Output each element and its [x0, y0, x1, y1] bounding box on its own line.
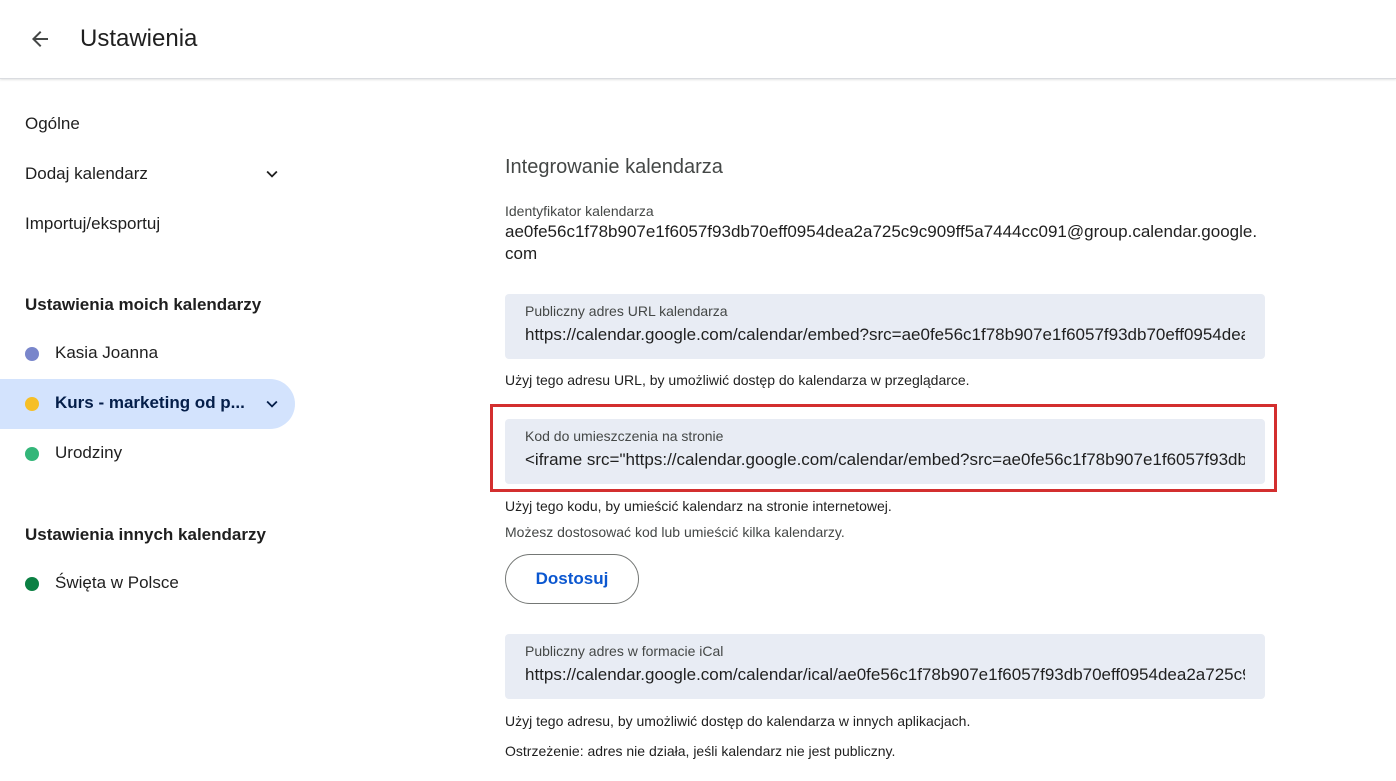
ical-label: Publiczny adres w formacie iCal — [525, 643, 724, 659]
calendar-item-label: Urodziny — [55, 443, 123, 462]
sidebar-item-label: Importuj/eksportuj — [25, 214, 161, 233]
sidebar-item-general[interactable]: Ogólne — [0, 99, 295, 149]
top-app-bar: Ustawienia — [0, 0, 1396, 79]
sidebar-item-label: Ogólne — [25, 114, 80, 133]
calendar-item-label: Kasia Joanna — [55, 343, 159, 362]
ical-field[interactable]: Publiczny adres w formacie iCal https://… — [505, 634, 1265, 699]
calendar-id-label: Identyfikator kalendarza — [505, 203, 654, 219]
calendar-item-kurs-marketing[interactable]: Kurs - marketing od p... — [0, 379, 295, 429]
my-calendars-section-title: Ustawienia moich kalendarzy — [25, 295, 262, 314]
back-button[interactable] — [20, 19, 60, 59]
page-title: Ustawienia — [80, 25, 198, 52]
other-calendars-section-title: Ustawienia innych kalendarzy — [25, 525, 266, 544]
sidebar-item-import-export[interactable]: Importuj/eksportuj — [0, 199, 295, 249]
public-url-value[interactable]: https://calendar.google.com/calendar/emb… — [525, 325, 1245, 345]
sidebar-item-add-calendar[interactable]: Dodaj kalendarz — [0, 149, 295, 199]
ical-help: Użyj tego adresu, by umożliwić dostęp do… — [505, 713, 971, 729]
public-url-field[interactable]: Publiczny adres URL kalendarza https://c… — [505, 294, 1265, 359]
calendar-color-dot — [25, 347, 39, 361]
calendar-item-swieta-w-polsce[interactable]: Święta w Polsce — [0, 559, 295, 609]
calendar-item-urodziny[interactable]: Urodziny — [0, 429, 295, 479]
section-title-integrate-calendar: Integrowanie kalendarza — [505, 156, 723, 178]
customize-button[interactable]: Dostosuj — [505, 554, 639, 604]
public-url-help: Użyj tego adresu URL, by umożliwić dostę… — [505, 372, 970, 388]
calendar-color-dot — [25, 577, 39, 591]
chevron-down-icon — [266, 400, 278, 408]
chevron-down-icon — [266, 170, 278, 178]
calendar-item-label: Kurs - marketing od p... — [55, 393, 245, 412]
embed-code-help: Użyj tego kodu, by umieścić kalendarz na… — [505, 498, 892, 514]
sidebar-item-label: Dodaj kalendarz — [25, 164, 148, 183]
calendar-color-dot — [25, 447, 39, 461]
calendar-color-dot — [25, 397, 39, 411]
highlight-box — [490, 404, 1277, 492]
calendar-item-kasia-joanna[interactable]: Kasia Joanna — [0, 329, 295, 379]
calendar-id-value: ae0fe56c1f78b907e1f6057f93db70eff0954dea… — [505, 222, 1258, 263]
embed-code-customize-hint: Możesz dostosować kod lub umieścić kilka… — [505, 524, 845, 540]
public-url-label: Publiczny adres URL kalendarza — [525, 303, 728, 319]
arrow-back-icon — [32, 31, 48, 47]
ical-value[interactable]: https://calendar.google.com/calendar/ica… — [525, 665, 1245, 685]
ical-warning: Ostrzeżenie: adres nie działa, jeśli kal… — [505, 743, 896, 759]
calendar-item-label: Święta w Polsce — [55, 573, 179, 592]
